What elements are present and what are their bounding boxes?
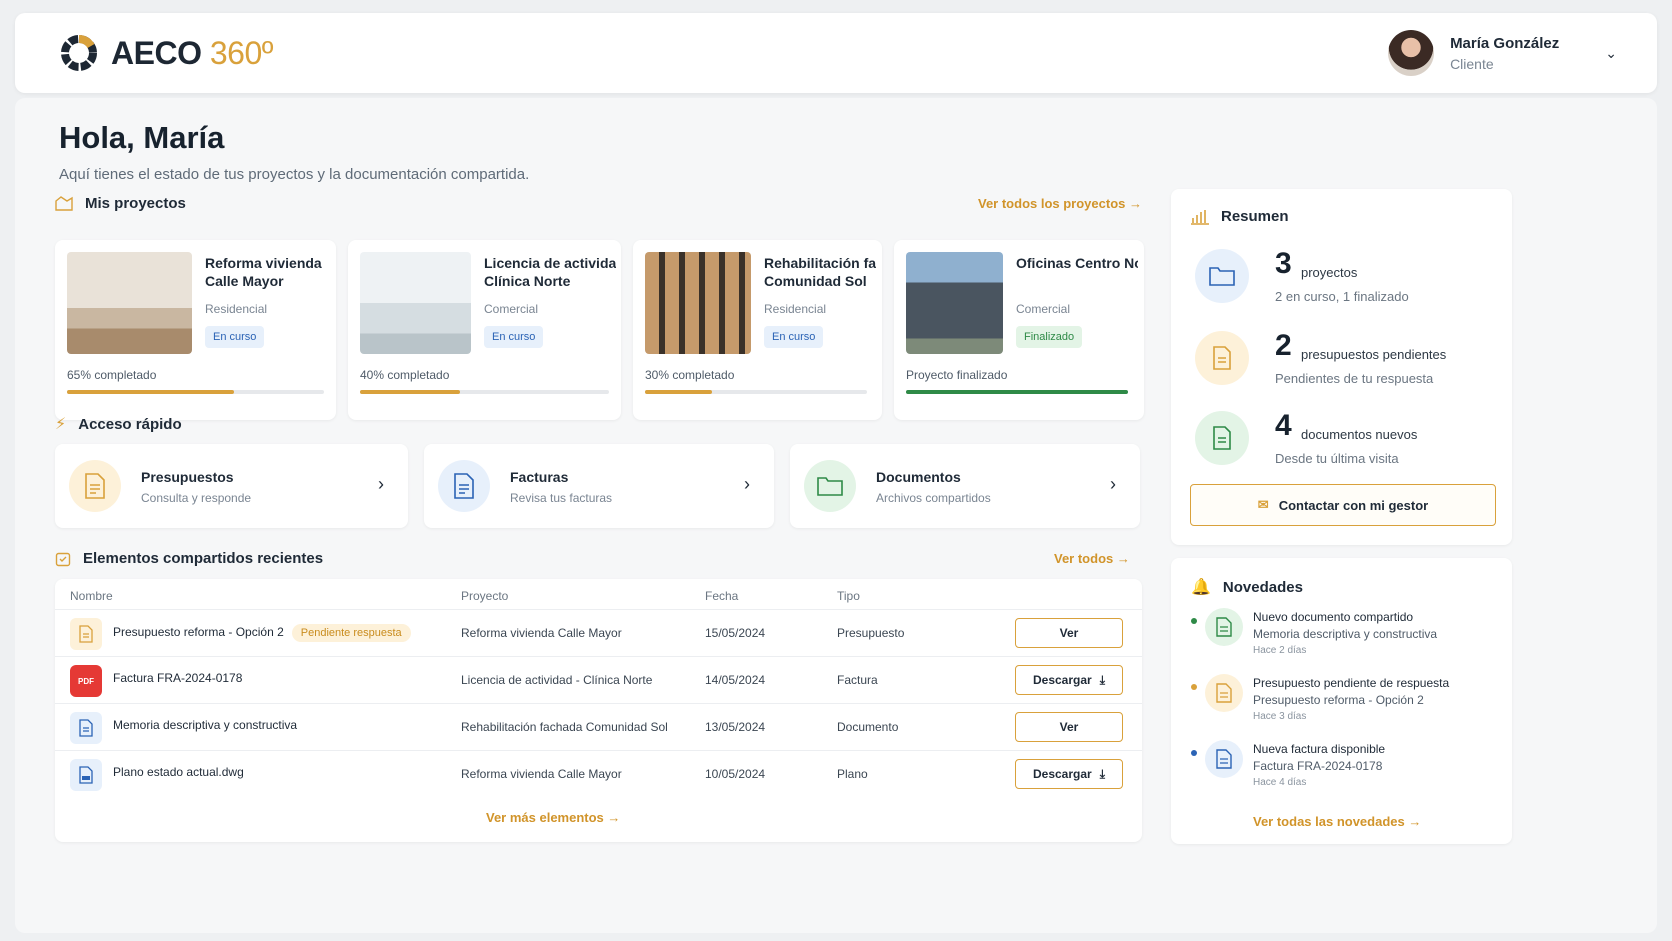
unread-dot bbox=[1191, 684, 1197, 690]
progress-bar bbox=[67, 390, 324, 394]
progress-bar bbox=[360, 390, 609, 394]
project-card[interactable]: Reforma vivienda Calle Mayor Residencial … bbox=[55, 240, 336, 420]
summary-panel: Resumen 3 proyectos 2 en curso, 1 finali… bbox=[1171, 189, 1512, 545]
status-badge: En curso bbox=[484, 326, 544, 348]
top-header: AECO 360º María González Cliente ⌄ bbox=[15, 13, 1657, 93]
lightning-icon: ⚡ bbox=[55, 416, 67, 433]
contact-manager-button[interactable]: ✉ Contactar con mi gestor bbox=[1190, 484, 1496, 526]
invoice-icon bbox=[1205, 740, 1243, 778]
pdf-file-icon: PDF bbox=[70, 665, 102, 697]
avatar bbox=[1388, 30, 1435, 76]
user-menu[interactable]: María González Cliente ⌄ bbox=[1388, 30, 1617, 76]
view-button[interactable]: Ver bbox=[1015, 618, 1123, 648]
news-title: 🔔 Novedades bbox=[1191, 578, 1303, 597]
chevron-down-icon[interactable]: ⌄ bbox=[1605, 45, 1617, 62]
project-card[interactable]: Oficinas Centro Norte Comercial Finaliza… bbox=[894, 240, 1144, 420]
table-row[interactable]: Memoria descriptiva y constructiva Rehab… bbox=[55, 703, 1142, 750]
view-more-items-link[interactable]: Ver más elementos → bbox=[486, 810, 620, 825]
table-row[interactable]: PDF Factura FRA-2024-0178 Licencia de ac… bbox=[55, 656, 1142, 703]
download-icon: ⤓ bbox=[1099, 672, 1106, 687]
budget-file-icon bbox=[70, 618, 102, 650]
download-button[interactable]: Descargar ⤓ bbox=[1015, 665, 1123, 695]
logo-mark-icon bbox=[61, 35, 97, 71]
page-title: Hola, María bbox=[59, 120, 225, 155]
document-file-icon bbox=[70, 712, 102, 744]
download-icon: ⤓ bbox=[1099, 766, 1106, 781]
table-row[interactable]: Presupuesto reforma - Opción 2 Pendiente … bbox=[55, 609, 1142, 656]
view-all-news-link[interactable]: Ver todas las novedades → bbox=[1253, 814, 1421, 829]
unread-dot bbox=[1191, 750, 1197, 756]
view-button[interactable]: Ver bbox=[1015, 712, 1123, 742]
progress-label: 30% completado bbox=[645, 368, 735, 382]
view-all-shared-link[interactable]: Ver todos → bbox=[1054, 551, 1130, 566]
invoice-icon bbox=[438, 460, 490, 512]
progress-label: 65% completado bbox=[67, 368, 157, 382]
shared-box-icon bbox=[55, 552, 71, 566]
progress-bar bbox=[906, 390, 1128, 394]
document-icon bbox=[1195, 411, 1249, 465]
column-header: Tipo bbox=[837, 589, 860, 603]
project-thumbnail bbox=[906, 252, 1003, 354]
project-card[interactable]: Rehabilitación fachadaComunidad Sol Resi… bbox=[633, 240, 882, 420]
status-badge: En curso bbox=[764, 326, 824, 348]
project-card[interactable]: Licencia de actividad -Clínica Norte Com… bbox=[348, 240, 621, 420]
view-all-projects-link[interactable]: Ver todos los proyectos → bbox=[978, 196, 1142, 211]
budget-document-icon bbox=[69, 460, 121, 512]
unread-dot bbox=[1191, 618, 1197, 624]
budget-document-icon bbox=[1205, 674, 1243, 712]
download-button[interactable]: Descargar ⤓ bbox=[1015, 759, 1123, 789]
status-badge: Finalizado bbox=[1016, 326, 1083, 348]
chevron-right-icon: › bbox=[744, 474, 750, 494]
project-thumbnail bbox=[645, 252, 751, 354]
projects-section-title: Mis proyectos bbox=[55, 195, 186, 212]
quick-access-title: ⚡ Acceso rápido bbox=[55, 415, 182, 434]
project-thumbnail bbox=[67, 252, 192, 354]
brand-logo[interactable]: AECO 360º bbox=[59, 33, 273, 73]
mail-icon: ✉ bbox=[1257, 497, 1269, 512]
document-icon bbox=[1205, 608, 1243, 646]
table-row[interactable]: Plano estado actual.dwg Reforma vivienda… bbox=[55, 750, 1142, 797]
quick-access-invoices[interactable]: Facturas Revisa tus facturas › bbox=[424, 444, 774, 528]
bar-chart-icon bbox=[1191, 209, 1209, 225]
budget-document-icon bbox=[1195, 331, 1249, 385]
user-role: Cliente bbox=[1450, 55, 1494, 72]
main-content: Hola, María Aquí tienes el estado de tus… bbox=[15, 98, 1657, 933]
quick-access-documents[interactable]: Documentos Archivos compartidos › bbox=[790, 444, 1140, 528]
column-header: Proyecto bbox=[461, 589, 509, 603]
chevron-right-icon: › bbox=[1110, 474, 1116, 494]
chevron-right-icon: › bbox=[378, 474, 384, 494]
shared-items-title: Elementos compartidos recientes bbox=[55, 550, 323, 567]
news-panel: 🔔 Novedades Nuevo documento compartido M… bbox=[1171, 558, 1512, 844]
quick-access-budgets[interactable]: Presupuestos Consulta y responde › bbox=[55, 444, 408, 528]
bell-icon: 🔔 bbox=[1191, 579, 1211, 596]
brand-name: AECO 360º bbox=[111, 34, 273, 71]
dwg-file-icon bbox=[70, 759, 102, 791]
column-header: Fecha bbox=[705, 589, 739, 603]
page-subtitle: Aquí tienes el estado de tus proyectos y… bbox=[59, 166, 530, 183]
shared-items-table: Nombre Proyecto Fecha Tipo Presupuesto r… bbox=[55, 579, 1142, 842]
column-header: Nombre bbox=[70, 589, 113, 603]
progress-label: Proyecto finalizado bbox=[906, 368, 1008, 382]
summary-title: Resumen bbox=[1191, 208, 1289, 225]
status-badge: En curso bbox=[205, 326, 265, 348]
pending-badge: Pendiente respuesta bbox=[291, 624, 411, 642]
folder-icon bbox=[1195, 249, 1249, 303]
user-name: María González bbox=[1450, 34, 1560, 52]
projects-icon bbox=[55, 195, 73, 211]
project-thumbnail bbox=[360, 252, 471, 354]
progress-label: 40% completado bbox=[360, 368, 450, 382]
progress-bar bbox=[645, 390, 867, 394]
folder-icon bbox=[804, 460, 856, 512]
